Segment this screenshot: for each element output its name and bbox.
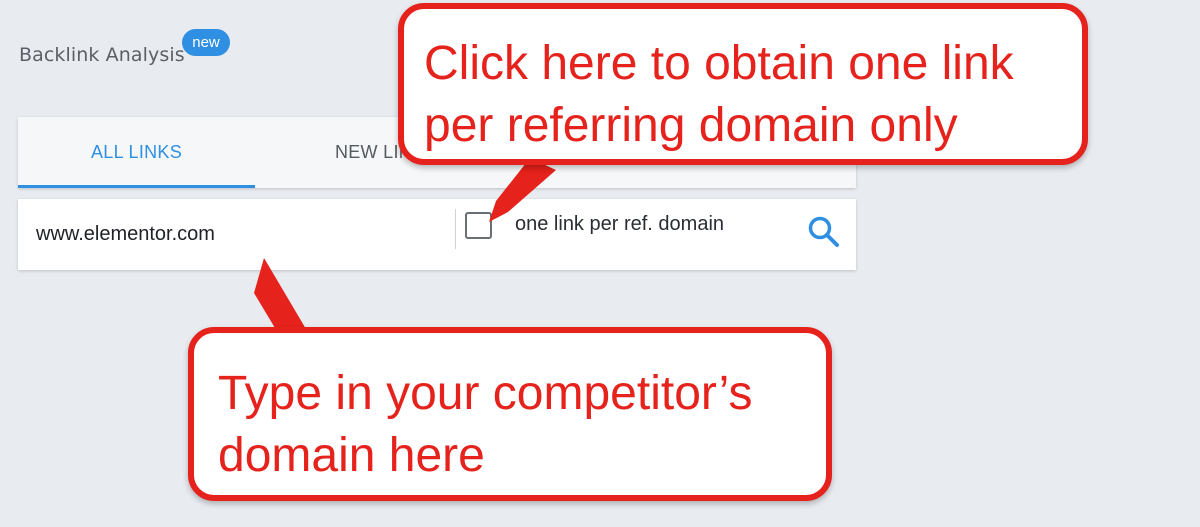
callout-domain-tip: Type in your competitor’s domain here: [188, 327, 832, 501]
new-badge: new: [182, 29, 230, 56]
search-icon[interactable]: [807, 215, 841, 249]
search-bar: one link per ref. domain: [18, 199, 856, 270]
checkbox-label: one link per ref. domain: [515, 213, 725, 235]
callout-checkbox-line-2: per referring domain only: [424, 99, 958, 152]
callout-domain-line-2: domain here: [218, 429, 485, 482]
callout-domain-line-1: Type in your competitor’s: [218, 367, 753, 420]
tab-all-links[interactable]: ALL LINKS: [18, 117, 255, 188]
active-tab-indicator: [18, 185, 255, 188]
one-link-per-domain-checkbox[interactable]: [465, 212, 492, 239]
divider: [455, 209, 456, 249]
callout-checkbox-tip: Click here to obtain one link per referr…: [398, 3, 1088, 165]
domain-input[interactable]: [18, 199, 454, 270]
page-title: Backlink Analysis: [19, 44, 185, 66]
tab-all-links-label: ALL LINKS: [90, 142, 183, 162]
callout-checkbox-line-1: Click here to obtain one link: [424, 37, 1014, 90]
